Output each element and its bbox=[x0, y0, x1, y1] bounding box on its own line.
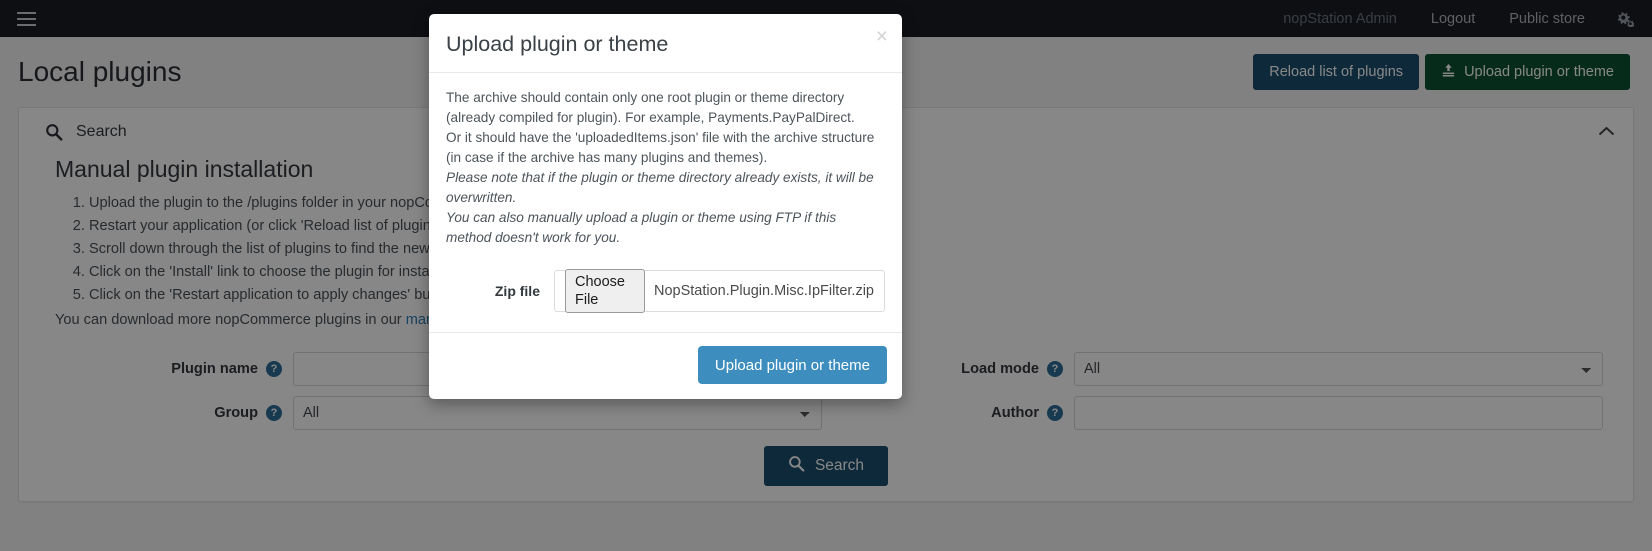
close-icon[interactable]: × bbox=[876, 26, 888, 47]
upload-plugin-modal: Upload plugin or theme × The archive sho… bbox=[429, 14, 902, 399]
modal-paragraph-1: The archive should contain only one root… bbox=[446, 90, 855, 125]
app-root: nopStation Admin Logout Public store Loc… bbox=[0, 0, 1652, 551]
modal-paragraph-3: Please note that if the plugin or theme … bbox=[446, 168, 885, 208]
modal-body: The archive should contain only one root… bbox=[429, 73, 902, 332]
selected-file-name: NopStation.Plugin.Misc.IpFilter.zip bbox=[653, 283, 874, 299]
zip-file-label: Zip file bbox=[494, 283, 540, 299]
zip-file-input[interactable]: Choose File NopStation.Plugin.Misc.IpFil… bbox=[554, 269, 885, 313]
modal-paragraph-3-text: Please note that if the plugin or theme … bbox=[446, 170, 874, 205]
modal-submit-button[interactable]: Upload plugin or theme bbox=[697, 346, 887, 384]
modal-header: Upload plugin or theme × bbox=[429, 14, 902, 73]
modal-title: Upload plugin or theme bbox=[446, 32, 669, 56]
choose-file-button[interactable]: Choose File bbox=[565, 269, 645, 313]
modal-footer: Upload plugin or theme bbox=[429, 332, 902, 399]
zip-file-row: Zip file Choose File NopStation.Plugin.M… bbox=[446, 269, 885, 313]
modal-paragraph-4: You can also manually upload a plugin or… bbox=[446, 208, 885, 248]
modal-paragraph-2: Or it should have the 'uploadedItems.jso… bbox=[446, 130, 875, 165]
modal-paragraph-4-text: You can also manually upload a plugin or… bbox=[446, 210, 837, 245]
